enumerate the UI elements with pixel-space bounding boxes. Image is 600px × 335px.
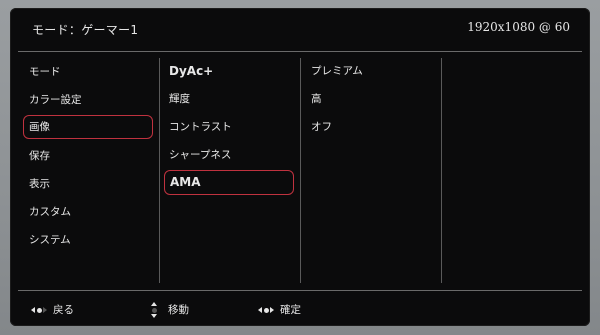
column-divider-2 [300, 58, 301, 283]
hint-confirm-label: 確定 [280, 304, 301, 316]
column-divider-1 [159, 58, 160, 283]
resolution-readout: 1920x1080 @ 60 [467, 20, 570, 34]
menu-item-save[interactable]: 保存 [23, 145, 153, 167]
hint-move-label: 移動 [168, 304, 189, 316]
dpad-up-down-icon [147, 302, 161, 318]
hint-confirm: 確定 [258, 301, 301, 319]
submenu-item-ama[interactable]: AMA [164, 170, 294, 195]
menu-item-color-settings[interactable]: カラー設定 [23, 89, 153, 111]
option-premium[interactable]: プレミアム [305, 60, 435, 82]
dpad-left-icon [31, 303, 47, 317]
menu-item-system[interactable]: システム [23, 229, 153, 251]
hint-back-label: 戻る [53, 304, 74, 316]
submenu-item-sharpness[interactable]: シャープネス [163, 144, 293, 166]
title-divider [18, 51, 582, 52]
submenu-item-contrast[interactable]: コントラスト [163, 116, 293, 138]
menu-item-mode[interactable]: モード [23, 61, 153, 83]
option-high[interactable]: 高 [305, 88, 435, 110]
menu-item-picture[interactable]: 画像 [23, 115, 153, 139]
submenu-item-dyac[interactable]: DyAc+ [163, 60, 293, 82]
column-divider-3 [441, 58, 442, 283]
osd-panel: モード：ゲーマー1 1920x1080 @ 60 モード カラー設定 画像 保存… [10, 8, 590, 326]
hint-back: 戻る [31, 301, 74, 319]
submenu-item-brightness[interactable]: 輝度 [163, 88, 293, 110]
footer-divider [18, 290, 582, 291]
menu-item-custom[interactable]: カスタム [23, 201, 153, 223]
title-bar: モード：ゲーマー1 1920x1080 @ 60 [10, 8, 590, 48]
hint-move: 移動 [147, 301, 189, 319]
menu-item-display[interactable]: 表示 [23, 173, 153, 195]
option-off[interactable]: オフ [305, 116, 435, 138]
dpad-center-icon [258, 303, 274, 317]
mode-title: モード：ゲーマー1 [32, 23, 139, 37]
